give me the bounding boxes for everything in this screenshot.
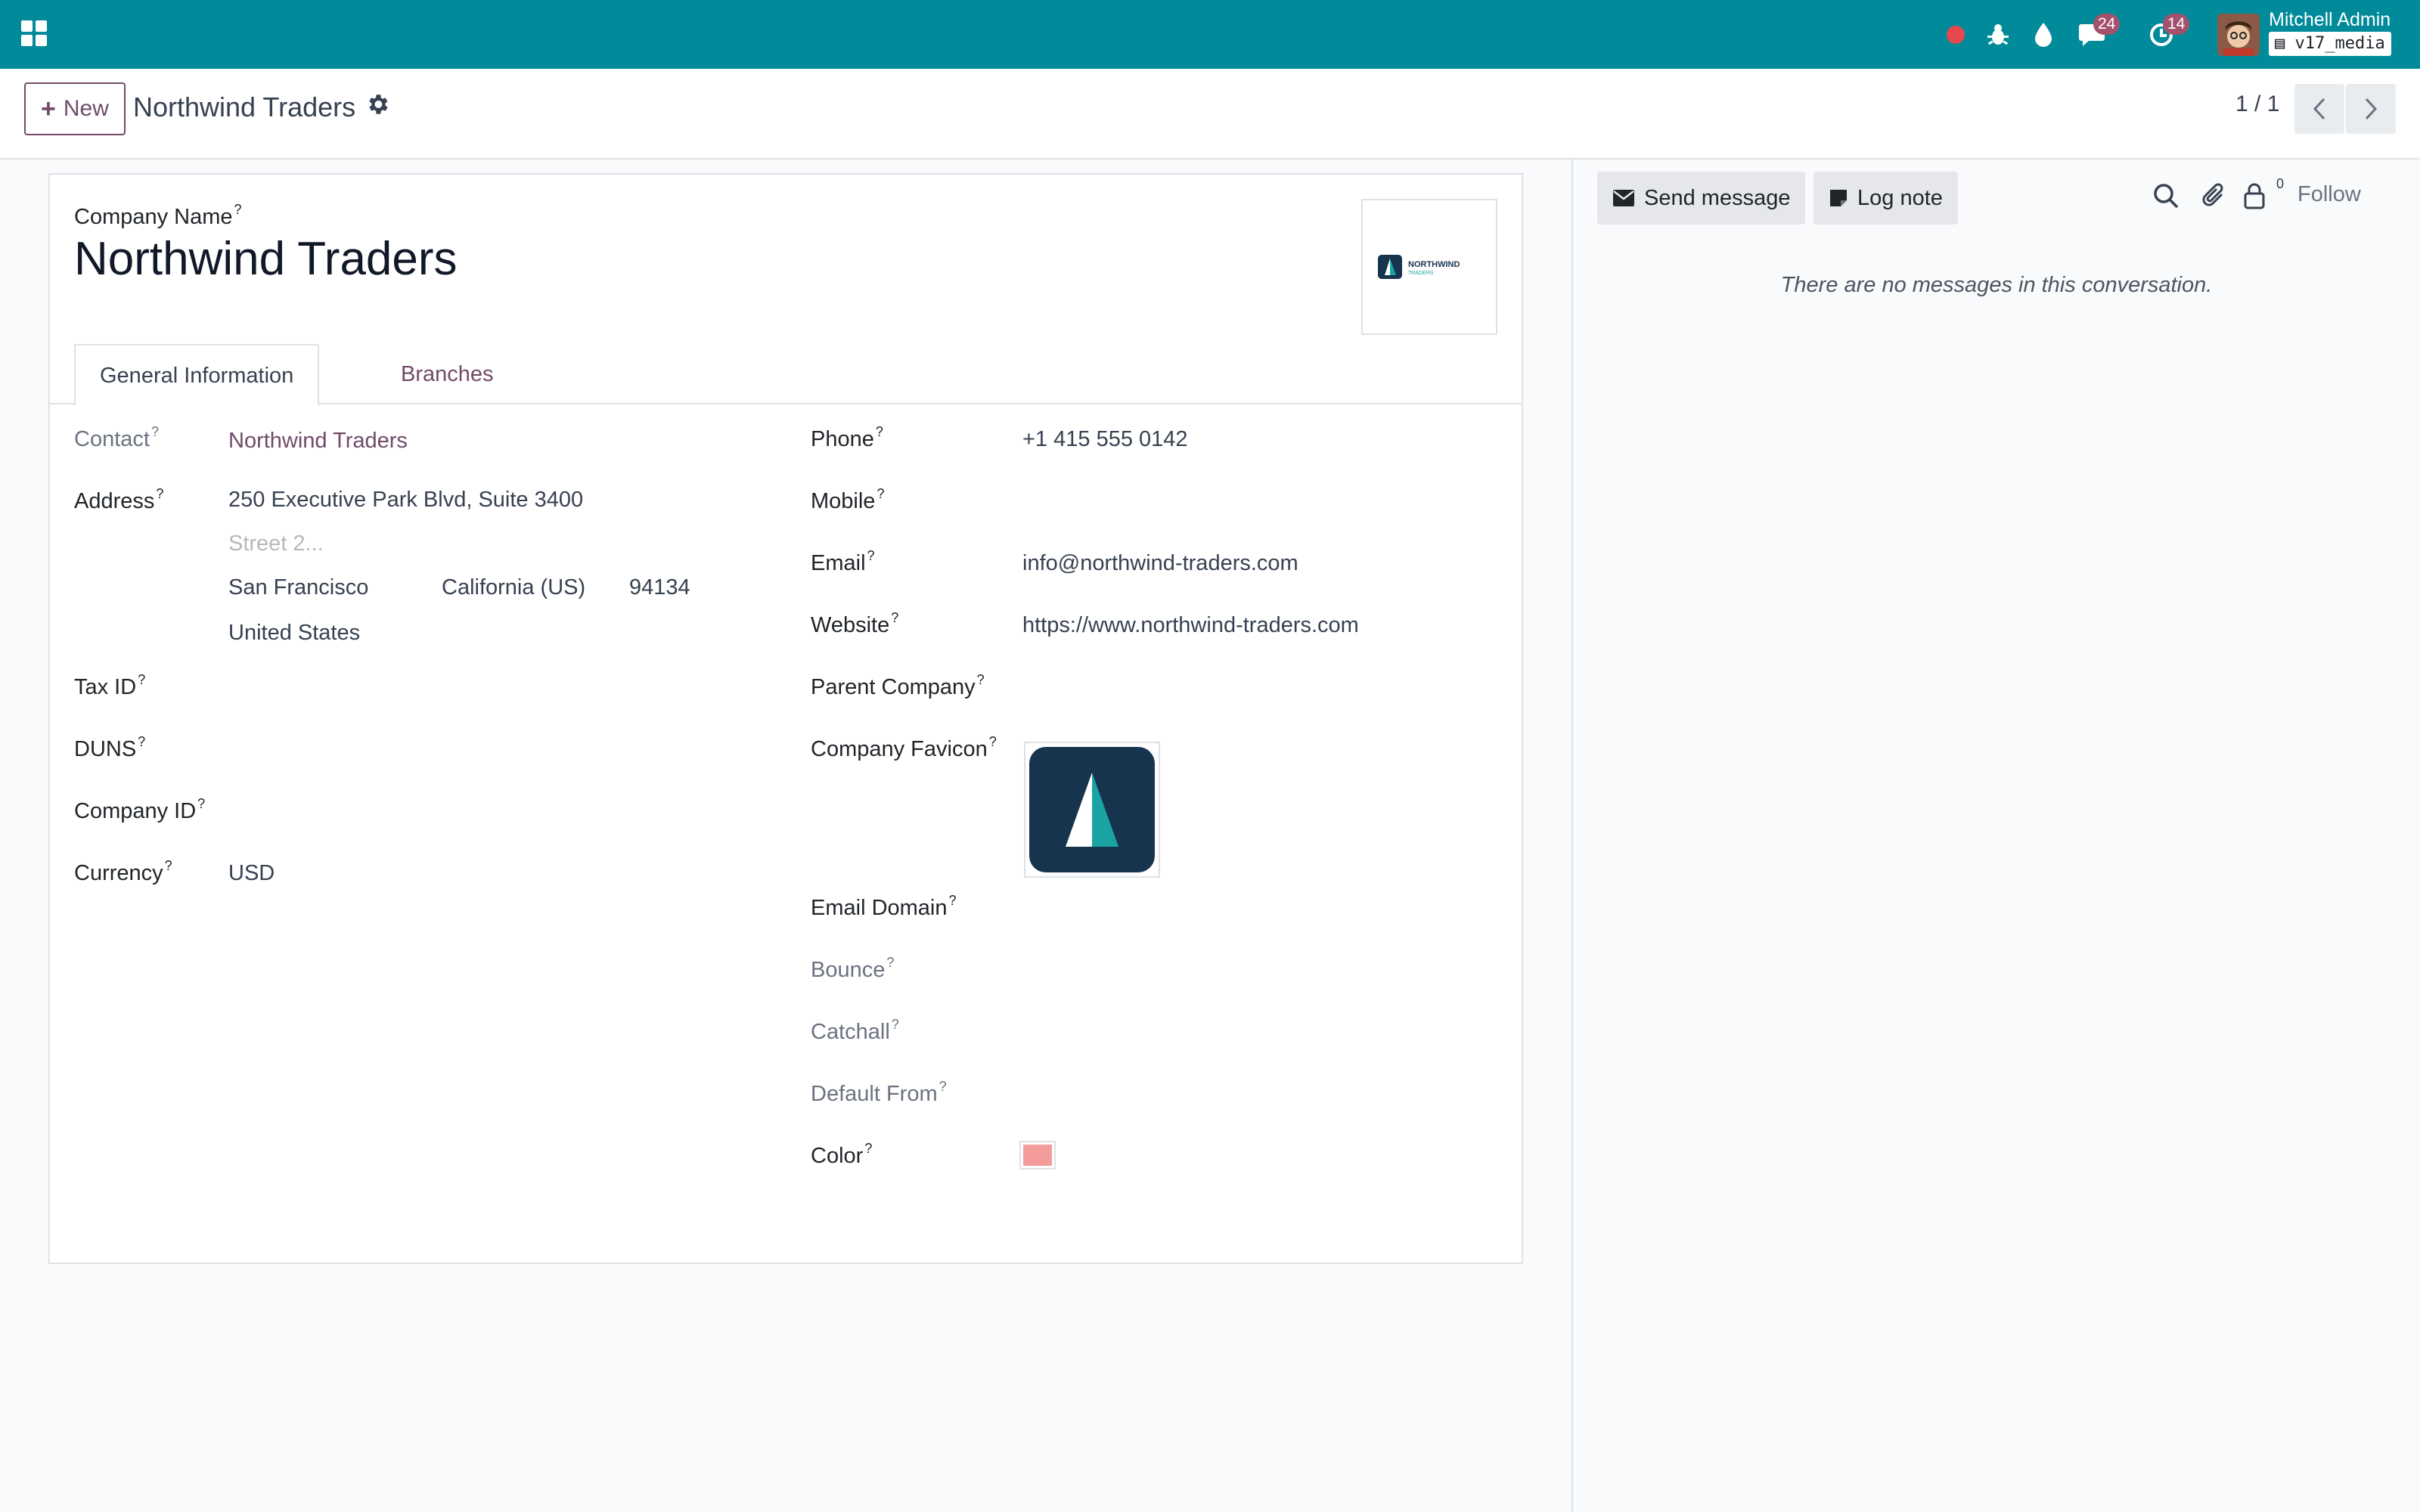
city-input[interactable]: San Francisco: [228, 575, 368, 600]
email-input[interactable]: info@northwind-traders.com: [1022, 551, 1298, 576]
color-picker[interactable]: [1019, 1141, 1056, 1170]
gear-icon[interactable]: [365, 91, 392, 119]
lock-icon[interactable]: [2243, 182, 2273, 212]
catchall-label: Catchall?: [811, 1017, 899, 1044]
country-select[interactable]: United States: [228, 621, 360, 646]
company-logo[interactable]: NORTHWIND TRADERS: [1361, 199, 1497, 335]
currency-select[interactable]: USD: [228, 861, 275, 886]
new-button[interactable]: + New: [24, 82, 126, 135]
company-name-input[interactable]: Northwind Traders: [74, 232, 458, 286]
pager-value[interactable]: 1 / 1: [2235, 91, 2279, 117]
tax-id-label: Tax ID?: [74, 672, 146, 699]
state-select[interactable]: California (US): [442, 575, 585, 600]
contact-link[interactable]: Northwind Traders: [228, 429, 408, 454]
activity-clock-icon[interactable]: 14: [2146, 14, 2190, 50]
plus-icon: +: [41, 94, 56, 123]
send-message-label: Send message: [1644, 185, 1791, 210]
currency-label: Currency?: [74, 858, 172, 885]
favicon-image: [1029, 747, 1155, 872]
empty-conversation-text: There are no messages in this conversati…: [1780, 273, 2213, 297]
breadcrumb-title: Northwind Traders: [133, 91, 356, 122]
note-icon: [1830, 190, 1847, 206]
droplet-icon[interactable]: [2028, 20, 2059, 50]
parent-company-label: Parent Company?: [811, 672, 985, 699]
form-tabs: General Information Branches: [50, 344, 1522, 406]
phone-label: Phone?: [811, 424, 883, 451]
user-name[interactable]: Mitchell Admin: [2269, 9, 2391, 31]
search-icon[interactable]: [2152, 182, 2183, 212]
messages-badge: 24: [2093, 14, 2121, 35]
phone-input[interactable]: +1 415 555 0142: [1022, 427, 1188, 452]
company-name-label: Company Name?: [74, 202, 242, 229]
bounce-label: Bounce?: [811, 955, 895, 982]
follow-button[interactable]: Follow: [2297, 182, 2361, 207]
form-sheet: Company Name? Northwind Traders NORTHWIN…: [48, 173, 1523, 1264]
log-note-label: Log note: [1857, 185, 1943, 210]
pager-previous-button[interactable]: [2294, 84, 2344, 134]
activities-badge: 14: [2163, 14, 2190, 35]
top-navbar: 24 14 Mitchell Admin ▤ v17_media: [0, 0, 2420, 69]
northwind-logo-image: NORTHWIND TRADERS: [1378, 255, 1460, 279]
email-label: Email?: [811, 548, 875, 575]
mobile-label: Mobile?: [811, 486, 885, 513]
database-name: v17_media: [2294, 34, 2385, 53]
email-domain-label: Email Domain?: [811, 893, 957, 920]
street2-input[interactable]: Street 2...: [228, 531, 324, 556]
new-button-label: New: [63, 96, 109, 121]
user-avatar[interactable]: [2217, 14, 2260, 56]
chatter-panel: Send message Log note 0 Follow There are…: [1571, 160, 2420, 1512]
chat-icon[interactable]: 24: [2077, 14, 2121, 50]
company-favicon[interactable]: [1024, 742, 1160, 878]
chevron-right-icon: [2365, 98, 2378, 120]
form-area: Company Name? Northwind Traders NORTHWIN…: [0, 160, 1573, 1512]
control-panel: + New Northwind Traders 1 / 1: [0, 69, 2420, 160]
paperclip-icon[interactable]: [2201, 182, 2231, 212]
pager-next-button[interactable]: [2346, 84, 2396, 134]
envelope-icon: [1613, 190, 1634, 206]
company-id-label: Company ID?: [74, 796, 206, 823]
zip-input[interactable]: 94134: [629, 575, 690, 600]
send-message-button[interactable]: Send message: [1597, 172, 1806, 225]
street-input[interactable]: 250 Executive Park Blvd, Suite 3400: [228, 488, 583, 513]
database-icon: ▤: [2275, 34, 2285, 53]
color-swatch-fill: [1023, 1145, 1052, 1166]
bug-icon[interactable]: [1983, 20, 2013, 50]
apps-grid-icon[interactable]: [21, 20, 48, 48]
website-label: Website?: [811, 610, 899, 637]
duns-label: DUNS?: [74, 734, 146, 761]
log-note-button[interactable]: Log note: [1813, 172, 1958, 225]
followers-count: 0: [2276, 176, 2285, 191]
database-badge: ▤ v17_media: [2269, 32, 2391, 56]
chevron-left-icon: [2313, 98, 2325, 120]
svg-text:NORTHWIND: NORTHWIND: [1408, 260, 1460, 269]
tab-branches[interactable]: Branches: [377, 344, 518, 404]
color-label: Color?: [811, 1141, 873, 1168]
svg-text:TRADERS: TRADERS: [1408, 271, 1434, 276]
address-label: Address?: [74, 486, 164, 513]
contact-label: Contact?: [74, 424, 159, 451]
default-from-label: Default From?: [811, 1079, 947, 1106]
website-input[interactable]: https://www.northwind-traders.com: [1022, 613, 1359, 638]
tab-general-information[interactable]: General Information: [74, 344, 320, 406]
recording-dot-icon[interactable]: [1941, 20, 1971, 50]
favicon-label: Company Favicon?: [811, 734, 997, 761]
